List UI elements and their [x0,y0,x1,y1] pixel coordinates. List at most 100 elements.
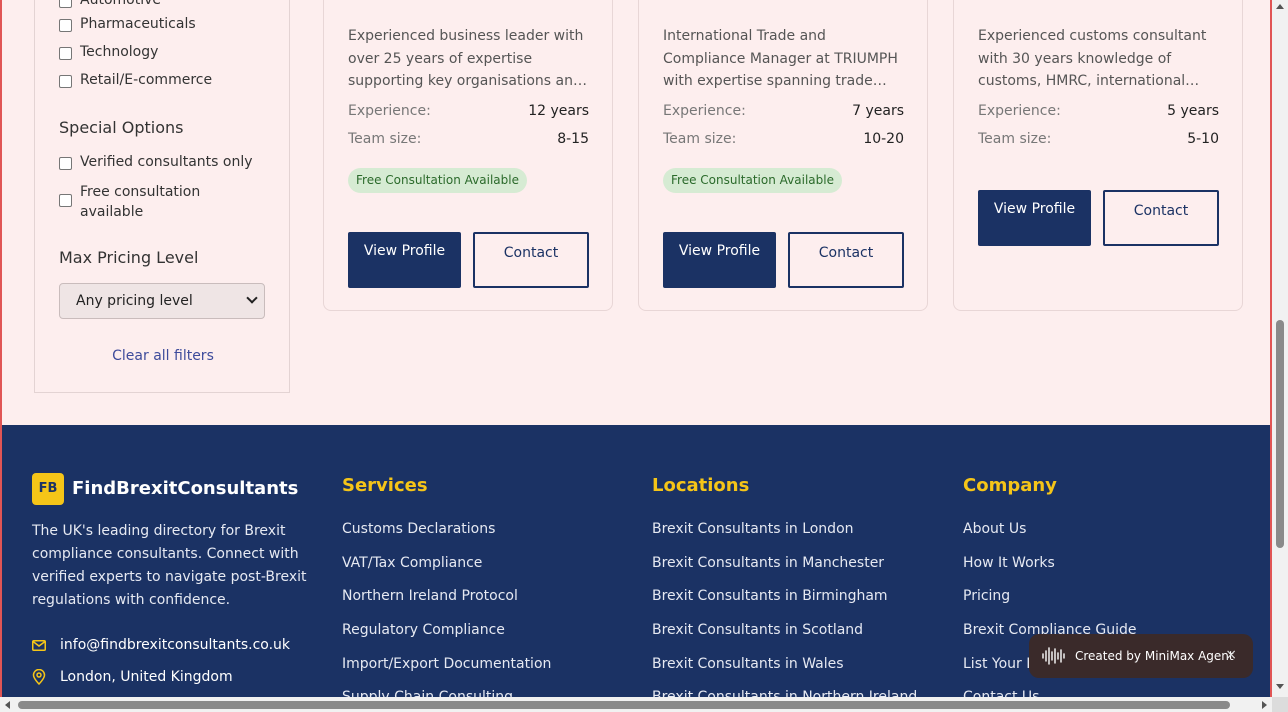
contact-button[interactable]: Contact [788,232,904,288]
filter-verified-only[interactable]: Verified consultants only [59,154,253,170]
pricing-heading: Max Pricing Level [59,248,199,267]
locations-link[interactable]: Brexit Consultants in Scotland [652,622,863,638]
filter-industry-technology[interactable]: Technology [59,44,158,60]
checkbox-label: Retail/E-commerce [80,72,213,88]
free-consultation-badge: Free Consultation Available [348,168,527,193]
checkbox[interactable] [59,75,72,88]
checkbox-label: Free consultation available [80,184,201,220]
experience-label: Experience: [978,103,1061,119]
scroll-right-arrow[interactable] [1262,701,1267,709]
footer-email[interactable]: info@findbrexitconsultants.co.uk [32,637,290,653]
consultant-description: International Trade and Compliance Manag… [663,28,898,89]
footer-email-text: info@findbrexitconsultants.co.uk [60,637,291,653]
checkbox[interactable] [59,47,72,60]
brand-logo[interactable]: FB [32,473,64,505]
company-link[interactable]: Contact Us [963,689,1039,697]
team-size-value: 10-20 [863,131,904,147]
close-icon[interactable]: × [1225,647,1237,663]
services-link[interactable]: Regulatory Compliance [342,622,505,638]
experience-value: 12 years [528,103,589,119]
checkbox-label: Technology [80,44,159,60]
services-link[interactable]: VAT/Tax Compliance [342,555,482,571]
clear-filters-link[interactable]: Clear all filters [35,348,291,364]
team-size-value: 8-15 [557,131,589,147]
view-profile-button[interactable]: View Profile [348,232,461,288]
map-pin-icon [32,669,46,685]
consultant-card: International Trade and Compliance Manag… [638,0,928,311]
footer-company: Company About Us How It Works Pricing Br… [963,475,1137,697]
services-heading: Services [342,475,428,496]
filter-industry-retail[interactable]: Retail/E-commerce [59,72,212,88]
experience-row: Experience: 7 years [663,103,904,119]
locations-link[interactable]: Brexit Consultants in London [652,521,854,537]
experience-row: Experience: 12 years [348,103,589,119]
consultant-card: Experienced customs consultant with 30 y… [953,0,1243,311]
experience-value: 5 years [1167,103,1219,119]
team-size-row: Team size: 5-10 [978,131,1219,147]
toast-label: Created by MiniMax Agent [1075,649,1234,663]
consultant-card: Experienced business leader with over 25… [323,0,613,311]
footer-about: The UK's leading directory for Brexit co… [32,523,307,608]
locations-link[interactable]: Brexit Consultants in Northern Ireland [652,689,917,697]
company-link[interactable]: Pricing [963,588,1010,604]
checkbox[interactable] [59,157,72,170]
services-link[interactable]: Import/Export Documentation [342,656,551,672]
services-link[interactable]: Northern Ireland Protocol [342,588,518,604]
chevron-down-icon [246,292,258,304]
vertical-scrollbar[interactable] [1272,0,1288,697]
experience-label: Experience: [663,103,746,119]
locations-link[interactable]: Brexit Consultants in Birmingham [652,588,888,604]
locations-heading: Locations [652,475,750,496]
checkbox[interactable] [59,0,72,8]
checkbox-label: Verified consultants only [80,154,253,170]
checkbox[interactable] [59,19,72,32]
filter-free-consultation[interactable]: Free consultation available [59,182,259,222]
checkbox-label: Automotive [80,0,161,8]
services-link[interactable]: Supply Chain Consulting [342,689,513,697]
scroll-left-arrow[interactable] [5,701,10,709]
team-size-row: Team size: 10-20 [663,131,904,147]
locations-link[interactable]: Brexit Consultants in Manchester [652,555,884,571]
company-link[interactable]: About Us [963,521,1026,537]
brand-name[interactable]: FindBrexitConsultants [72,478,298,499]
checkbox[interactable] [59,194,72,207]
audio-wave-icon [1042,647,1065,665]
view-profile-button[interactable]: View Profile [978,190,1091,246]
scroll-down-arrow[interactable] [1276,684,1284,689]
locations-link[interactable]: Brexit Consultants in Wales [652,656,844,672]
pricing-select[interactable]: Any pricing level [59,283,265,319]
checkbox-label: Pharmaceuticals [80,16,196,32]
team-size-label: Team size: [663,131,737,147]
consultant-description: Experienced business leader with over 25… [348,28,587,89]
page: Automotive Pharmaceuticals Technology Re… [0,0,1272,697]
services-link[interactable]: Customs Declarations [342,521,495,537]
experience-label: Experience: [348,103,431,119]
footer-services: Services Customs Declarations VAT/Tax Co… [342,475,551,697]
filter-industry-automotive[interactable]: Automotive [59,0,161,8]
team-size-label: Team size: [348,131,422,147]
footer-location-text: London, United Kingdom [60,669,233,685]
consultant-description: Experienced customs consultant with 30 y… [978,28,1207,89]
filter-industry-pharmaceuticals[interactable]: Pharmaceuticals [59,16,196,32]
scrollbar-corner [1272,697,1288,712]
experience-row: Experience: 5 years [978,103,1219,119]
minimax-agent-toast[interactable]: Created by MiniMax Agent × [1029,634,1253,678]
horizontal-scroll-thumb[interactable] [18,701,1230,709]
horizontal-scrollbar[interactable] [0,697,1272,712]
vertical-scroll-thumb[interactable] [1276,320,1284,548]
footer-location: London, United Kingdom [32,669,233,685]
team-size-row: Team size: 8-15 [348,131,589,147]
experience-value: 7 years [852,103,904,119]
team-size-label: Team size: [978,131,1052,147]
company-heading: Company [963,475,1057,496]
view-profile-button[interactable]: View Profile [663,232,776,288]
filter-sidebar: Automotive Pharmaceuticals Technology Re… [34,0,290,393]
contact-button[interactable]: Contact [473,232,589,288]
scroll-up-arrow[interactable] [1276,4,1284,9]
special-options-heading: Special Options [59,118,184,137]
free-consultation-badge: Free Consultation Available [663,168,842,193]
team-size-value: 5-10 [1187,131,1219,147]
mail-icon [32,639,46,651]
contact-button[interactable]: Contact [1103,190,1219,246]
company-link[interactable]: How It Works [963,555,1055,571]
